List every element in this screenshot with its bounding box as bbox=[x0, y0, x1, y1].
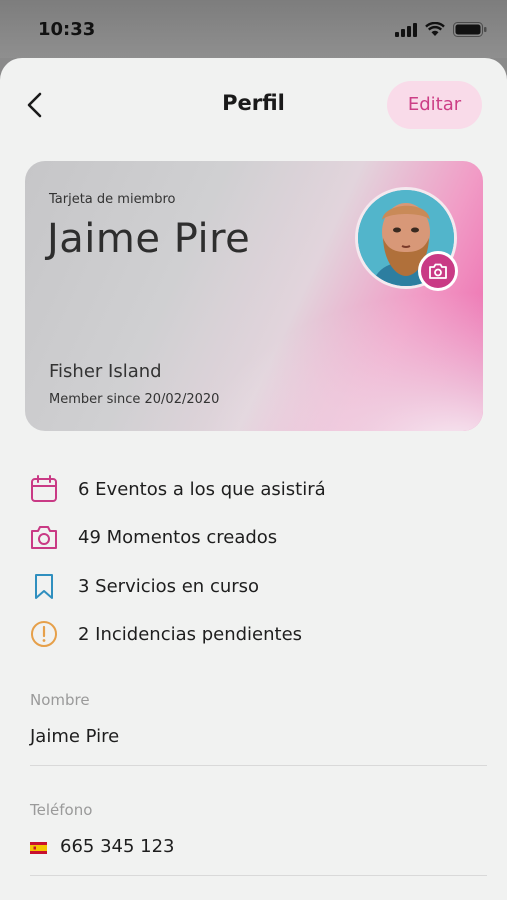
stat-text: 3 Servicios en curso bbox=[78, 575, 260, 597]
phone-field-label: Teléfono bbox=[30, 801, 93, 819]
list-item[interactable]: 49 Momentos creados bbox=[30, 522, 480, 552]
signal-icon bbox=[395, 22, 417, 37]
stat-text: 6 Eventos a los que asistirá bbox=[78, 478, 326, 500]
edit-button[interactable]: Editar bbox=[387, 81, 482, 129]
camera-icon bbox=[429, 263, 447, 279]
card-place: Fisher Island bbox=[49, 361, 162, 382]
card-member-since: Member since 20/02/2020 bbox=[49, 392, 220, 407]
name-field[interactable]: Jaime Pire bbox=[30, 726, 119, 747]
alert-circle-icon bbox=[31, 621, 57, 647]
spain-flag-icon bbox=[30, 842, 47, 854]
divider bbox=[30, 875, 487, 876]
member-card: Tarjeta de miembro Jaime Pire Fisher Isl… bbox=[25, 161, 483, 431]
list-item[interactable]: 3 Servicios en curso bbox=[30, 571, 480, 601]
name-field-label: Nombre bbox=[30, 691, 90, 709]
change-photo-button[interactable] bbox=[418, 251, 458, 291]
phone-field[interactable]: 665 345 123 bbox=[60, 836, 175, 857]
battery-icon bbox=[453, 22, 487, 37]
nav-bar: Perfil Editar bbox=[0, 58, 507, 152]
divider bbox=[30, 765, 487, 766]
status-bar: 10:33 bbox=[0, 0, 507, 58]
card-label: Tarjeta de miembro bbox=[49, 192, 176, 207]
card-member-name: Jaime Pire bbox=[47, 216, 251, 262]
calendar-icon bbox=[31, 475, 57, 502]
camera-icon bbox=[31, 526, 57, 549]
list-item[interactable]: 6 Eventos a los que asistirá bbox=[30, 474, 480, 504]
wifi-icon bbox=[425, 22, 445, 36]
stat-text: 2 Incidencias pendientes bbox=[78, 623, 303, 645]
list-item[interactable]: 2 Incidencias pendientes bbox=[30, 619, 480, 649]
stat-text: 49 Momentos creados bbox=[78, 526, 278, 548]
profile-sheet: Perfil Editar Tarjeta de miembro Jaime P… bbox=[0, 58, 507, 900]
bookmark-icon bbox=[35, 574, 53, 599]
status-icons bbox=[395, 22, 487, 37]
status-time: 10:33 bbox=[38, 19, 96, 40]
